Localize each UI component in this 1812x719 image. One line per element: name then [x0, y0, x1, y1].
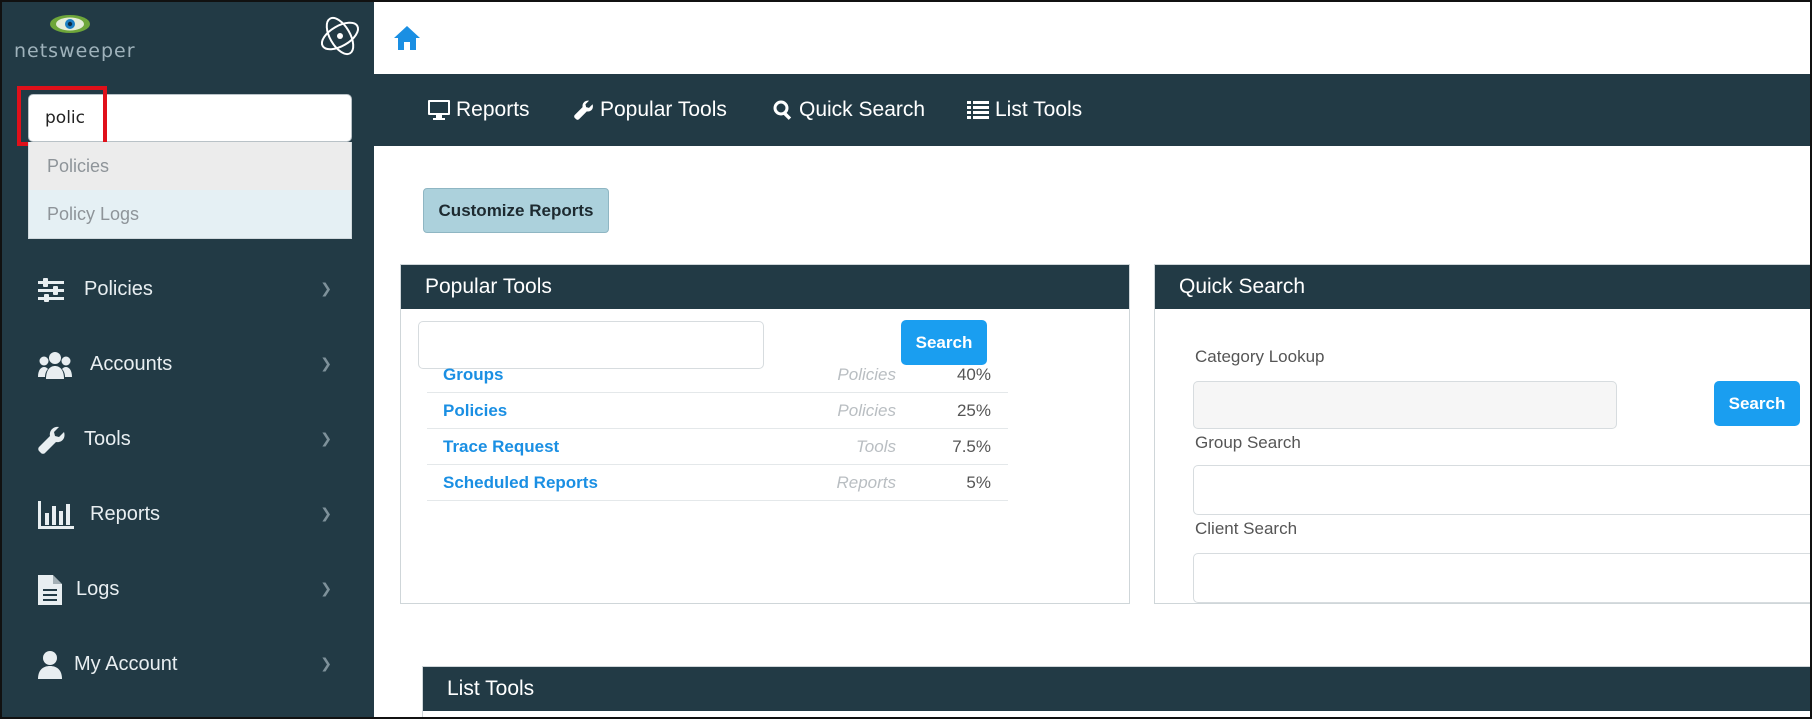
tool-percent: 40%: [956, 365, 991, 384]
tool-link-policies[interactable]: Policies: [443, 393, 507, 429]
client-search-label: Client Search: [1195, 519, 1298, 538]
client-search-input[interactable]: [1193, 553, 1810, 603]
sidebar-item-label: Reports: [90, 503, 161, 525]
popular-tools-table: Groups Policies 40% Policies Policies 25…: [427, 357, 1008, 501]
tool-category: Policies: [837, 401, 896, 420]
netsweeper-logo[interactable]: netsweeper: [14, 10, 136, 62]
sidebar-search-field[interactable]: [28, 94, 352, 142]
app-frame: netsweeper Policies Policy Logs Policies…: [0, 0, 1812, 719]
tool-link-scheduled-reports[interactable]: Scheduled Reports: [443, 465, 598, 501]
sidebar: netsweeper Policies Policy Logs Policies…: [2, 2, 374, 717]
quick-search-panel: Quick Search Category Lookup Search Grou…: [1154, 264, 1810, 604]
menu-item-reports[interactable]: Reports: [428, 74, 530, 146]
user-icon: [38, 650, 64, 680]
logo-eye-icon: [50, 15, 90, 33]
group-search-input[interactable]: [1193, 465, 1810, 515]
sidebar-item-label: Accounts: [90, 353, 173, 375]
logo-text: netsweeper: [14, 40, 136, 62]
quick-search-title: Quick Search: [1155, 265, 1810, 309]
tool-link-trace-request[interactable]: Trace Request: [443, 429, 559, 465]
tool-percent: 25%: [956, 401, 991, 420]
chevron-right-icon: ❯: [320, 505, 332, 521]
sidebar-item-reports[interactable]: Reports ❯: [2, 477, 374, 552]
sidebar-item-label: My Account: [74, 653, 178, 675]
menu-item-label: List Tools: [995, 98, 1083, 121]
autocomplete-dropdown: Policies Policy Logs: [28, 142, 352, 239]
chevron-right-icon: ❯: [320, 280, 332, 296]
tool-link-groups[interactable]: Groups: [443, 357, 503, 393]
top-bar: [374, 2, 1810, 74]
table-row: Scheduled Reports Reports 5%: [427, 465, 1008, 501]
chevron-right-icon: ❯: [320, 430, 332, 446]
autocomplete-item-policies[interactable]: Policies: [29, 142, 351, 190]
sidebar-item-logs[interactable]: Logs ❯: [2, 552, 374, 627]
table-row: Trace Request Tools 7.5%: [427, 429, 1008, 465]
users-icon: [38, 350, 80, 380]
sliders-icon: [38, 275, 74, 305]
category-lookup-input[interactable]: [1193, 381, 1617, 429]
menu-item-label: Reports: [456, 98, 530, 121]
sidebar-item-tools[interactable]: Tools ❯: [2, 402, 374, 477]
menu-item-label: Popular Tools: [600, 98, 727, 121]
sidebar-item-label: Tools: [84, 428, 131, 450]
chevron-right-icon: ❯: [320, 655, 332, 671]
tool-category: Reports: [836, 473, 896, 492]
sidebar-nav: Policies ❯ Accounts ❯ Tools ❯ Reports ❯ …: [2, 252, 374, 702]
brand-orbit-icon: [320, 16, 360, 56]
popular-tools-title: Popular Tools: [401, 265, 1129, 309]
category-lookup-label: Category Lookup: [1195, 347, 1325, 366]
document-icon: [38, 574, 66, 605]
monitor-icon: [428, 100, 450, 120]
tool-category: Tools: [855, 437, 896, 456]
sidebar-search-input[interactable]: [29, 95, 351, 141]
sidebar-item-label: Logs: [76, 578, 120, 600]
table-row: Groups Policies 40%: [427, 357, 1008, 393]
sidebar-item-policies[interactable]: Policies ❯: [2, 252, 374, 327]
wrench-icon: [574, 100, 593, 120]
tool-category: Policies: [837, 365, 896, 384]
list-icon: [967, 101, 989, 119]
tool-percent: 5%: [966, 473, 991, 492]
customize-reports-button[interactable]: Customize Reports: [423, 188, 609, 233]
home-icon[interactable]: [394, 26, 420, 50]
category-lookup-search-button[interactable]: Search: [1714, 381, 1800, 426]
chevron-right-icon: ❯: [320, 355, 332, 371]
search-icon: [773, 100, 792, 120]
menu-item-quick-search[interactable]: Quick Search: [773, 74, 925, 146]
sidebar-item-label: Policies: [84, 278, 153, 300]
group-search-label: Group Search: [1195, 433, 1301, 452]
main-menubar: Reports Popular Tools Quick Search List …: [374, 74, 1810, 146]
menu-item-label: Quick Search: [799, 98, 926, 121]
menu-item-popular-tools[interactable]: Popular Tools: [574, 74, 727, 146]
bar-chart-icon: [38, 500, 80, 530]
list-tools-panel: List Tools: [422, 666, 1810, 717]
sidebar-item-accounts[interactable]: Accounts ❯: [2, 327, 374, 402]
list-tools-title: List Tools: [423, 667, 1810, 711]
wrench-icon: [38, 425, 74, 455]
sidebar-item-my-account[interactable]: My Account ❯: [2, 627, 374, 702]
chevron-right-icon: ❯: [320, 580, 332, 596]
table-row: Policies Policies 25%: [427, 393, 1008, 429]
autocomplete-item-policy-logs[interactable]: Policy Logs: [29, 190, 351, 238]
menu-item-list-tools[interactable]: List Tools: [967, 74, 1082, 146]
popular-tools-panel: Popular Tools Search Groups Policies 40%…: [400, 264, 1130, 604]
tool-percent: 7.5%: [952, 437, 991, 456]
